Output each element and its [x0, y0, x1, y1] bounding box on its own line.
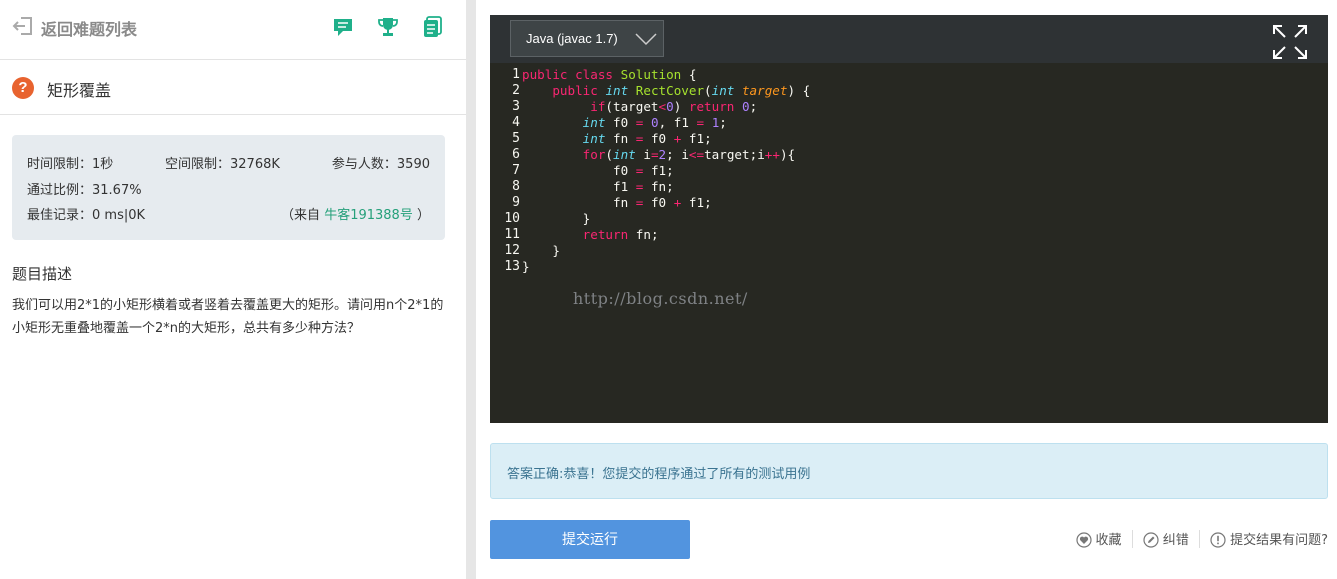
report-error-action[interactable]: 纠错 — [1143, 529, 1189, 548]
favorite-action[interactable]: 收藏 — [1075, 529, 1122, 548]
footer-actions: 收藏 纠错 提交结果有问题? — [1075, 529, 1328, 548]
top-bar: 返回难题列表 — [0, 0, 466, 60]
code-line[interactable]: int fn = f0 + f1; — [522, 131, 810, 147]
code-area[interactable]: public class Solution { public int RectC… — [522, 67, 810, 275]
code-line[interactable]: f1 = fn; — [522, 179, 810, 195]
description-text: 我们可以用2*1的小矩形横着或者竖着去覆盖更大的矩形。请问用n个2*1的小矩形无… — [12, 298, 444, 336]
heart-icon — [1075, 532, 1092, 548]
favorite-label: 收藏 — [1095, 533, 1122, 548]
line-number-gutter: 1 2 3 4 5 6 7 8 9 10 11 12 13 — [490, 67, 520, 275]
discussion-icon[interactable] — [332, 16, 354, 38]
line-number: 4 — [512, 115, 520, 130]
description-heading: 题目描述 — [12, 265, 73, 283]
line-number: 10 — [504, 211, 520, 226]
source-suffix: ） — [416, 208, 430, 223]
code-line[interactable]: } — [522, 259, 810, 275]
line-number: 7 — [512, 163, 520, 178]
line-number: 2 — [512, 83, 520, 98]
back-to-list-link[interactable]: 返回难题列表 — [41, 16, 137, 40]
source-user-link[interactable]: 牛客191388号 — [324, 208, 413, 223]
app-root: 返回难题列表 ? 矩形覆盖 时间限制：1秒 空间限制：32768K 参与人数：3… — [0, 0, 1337, 579]
line-number: 3 — [512, 99, 520, 114]
pass-rate: 通过比例：31.67% — [27, 183, 142, 198]
line-number: 6 — [512, 147, 520, 162]
result-banner: 答案正确:恭喜！您提交的程序通过了所有的测试用例 — [490, 443, 1328, 499]
report-label: 纠错 — [1162, 533, 1189, 548]
problem-title-row: ? 矩形覆盖 — [0, 60, 466, 115]
feedback-action[interactable]: 提交结果有问题? — [1210, 529, 1328, 548]
code-line[interactable]: } — [522, 243, 810, 259]
code-line[interactable]: return fn; — [522, 227, 810, 243]
result-message: 答案正确:恭喜！您提交的程序通过了所有的测试用例 — [507, 467, 811, 482]
code-editor[interactable]: 1 2 3 4 5 6 7 8 9 10 11 12 13 public class Solution … — [490, 63, 1328, 423]
memory-limit: 空间限制：32768K — [165, 157, 280, 172]
best-record: 最佳记录：0 ms|0K — [27, 208, 146, 223]
question-icon: ? — [12, 77, 34, 99]
code-line[interactable]: int f0 = 0, f1 = 1; — [522, 115, 810, 131]
time-limit: 时间限制：1秒 — [27, 157, 114, 172]
code-line[interactable]: f0 = f1; — [522, 163, 810, 179]
problem-panel: 返回难题列表 ? 矩形覆盖 时间限制：1秒 空间限制：32768K 参与人数：3… — [0, 0, 466, 579]
language-select-value: Java (javac 1.7) — [526, 31, 618, 46]
notes-icon[interactable] — [422, 16, 444, 38]
action-separator — [1131, 529, 1133, 548]
trophy-icon[interactable] — [377, 16, 399, 38]
line-number: 5 — [512, 131, 520, 146]
problem-title: 矩形覆盖 — [47, 81, 112, 100]
feedback-label: 提交结果有问题? — [1230, 533, 1328, 548]
alert-icon — [1210, 532, 1226, 548]
fullscreen-icon[interactable] — [1272, 24, 1308, 60]
editor-header: Java (javac 1.7) — [490, 15, 1328, 63]
source-info: （来自 牛客191388号 ） — [281, 204, 430, 223]
code-line[interactable]: if(target<0) return 0; — [522, 99, 810, 115]
panel-divider[interactable] — [466, 0, 476, 579]
source-prefix: （来自 — [281, 208, 321, 223]
code-line[interactable]: } — [522, 211, 810, 227]
line-number: 11 — [504, 227, 520, 242]
watermark-text: http://blog.csdn.net/ — [573, 289, 748, 308]
participants-count: 参与人数：3590 — [331, 157, 430, 172]
line-number: 8 — [512, 179, 520, 194]
line-number: 9 — [512, 195, 520, 210]
action-separator — [1198, 529, 1200, 548]
submit-button[interactable]: 提交运行 — [490, 520, 690, 559]
code-line[interactable]: public class Solution { — [522, 67, 810, 83]
code-line[interactable]: for(int i=2; i<=target;i++){ — [522, 147, 810, 163]
code-line[interactable]: public int RectCover(int target) { — [522, 83, 810, 99]
line-number: 12 — [504, 243, 520, 258]
pencil-icon — [1143, 532, 1159, 548]
code-line[interactable]: fn = f0 + f1; — [522, 195, 810, 211]
chevron-down-icon — [635, 33, 657, 46]
line-number: 13 — [504, 259, 520, 274]
language-select[interactable]: Java (javac 1.7) — [510, 20, 664, 57]
problem-info-box: 时间限制：1秒 空间限制：32768K 参与人数：3590 通过比例：31.67… — [12, 135, 445, 240]
line-number: 1 — [512, 67, 520, 82]
back-arrow-icon[interactable] — [12, 15, 34, 37]
